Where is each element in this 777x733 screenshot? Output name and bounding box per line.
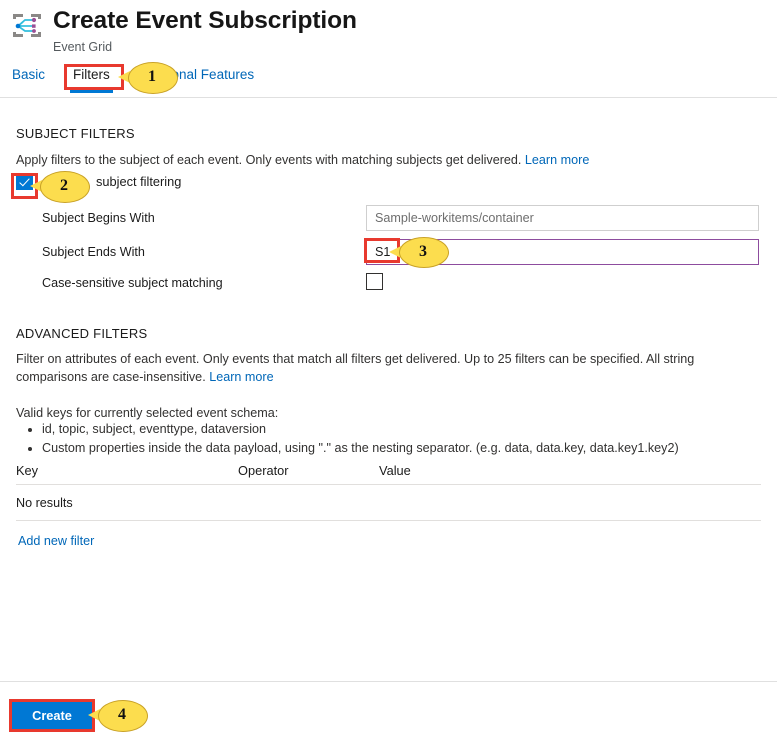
valid-keys-item: id, topic, subject, eventtype, dataversi…	[42, 420, 679, 439]
column-header-operator: Operator	[238, 463, 379, 478]
subject-ends-with-row: Subject Ends With	[0, 239, 777, 269]
tab-bar: Basic Filters Additional Features	[12, 66, 282, 98]
title-texts: Create Event Subscription Event Grid	[53, 6, 357, 55]
advanced-filters-description: Filter on attributes of each event. Only…	[16, 350, 761, 386]
column-header-value: Value	[379, 463, 679, 478]
advanced-filters-heading: ADVANCED FILTERS	[16, 326, 147, 341]
title-row: Create Event Subscription Event Grid	[10, 6, 357, 55]
subject-filters-learn-more-link[interactable]: Learn more	[525, 153, 589, 167]
column-header-key: Key	[16, 463, 238, 478]
subject-filters-description-text: Apply filters to the subject of each eve…	[16, 153, 525, 167]
callout-4-bubble	[98, 700, 148, 732]
subject-begins-with-label: Subject Begins With	[42, 211, 155, 225]
create-button[interactable]: Create	[12, 702, 92, 729]
enable-subject-filtering-row: subject filtering	[16, 173, 181, 190]
enable-subject-filtering-label: subject filtering	[96, 174, 181, 189]
subject-ends-with-label: Subject Ends With	[42, 245, 145, 259]
table-header-row: Key Operator Value	[16, 456, 761, 485]
advanced-filters-learn-more-link[interactable]: Learn more	[209, 370, 273, 384]
no-results-text: No results	[16, 496, 73, 510]
case-sensitive-subject-matching-label: Case-sensitive subject matching	[42, 276, 223, 290]
subject-filters-description: Apply filters to the subject of each eve…	[16, 151, 589, 169]
callout-4-number: 4	[98, 700, 146, 730]
subject-begins-with-row: Subject Begins With	[0, 205, 777, 235]
case-sensitive-subject-matching-row: Case-sensitive subject matching	[0, 270, 777, 300]
page-header: Create Event Subscription Event Grid Bas…	[0, 0, 777, 98]
table-row: No results	[16, 485, 761, 521]
footer-divider	[0, 681, 777, 682]
subject-filters-heading: SUBJECT FILTERS	[16, 126, 135, 141]
tab-filters[interactable]: Filters	[73, 66, 110, 93]
tab-additional-features[interactable]: Additional Features	[138, 66, 254, 93]
page-subtitle: Event Grid	[53, 39, 357, 55]
enable-subject-filtering-checkbox[interactable]	[16, 173, 33, 190]
tab-basic[interactable]: Basic	[12, 66, 45, 93]
subject-ends-with-input[interactable]	[366, 239, 759, 265]
case-sensitive-subject-matching-checkbox[interactable]	[366, 273, 383, 290]
advanced-filters-table: Key Operator Value No results	[16, 456, 761, 521]
valid-keys-list: id, topic, subject, eventtype, dataversi…	[16, 420, 679, 458]
add-new-filter-link[interactable]: Add new filter	[18, 534, 94, 548]
advanced-filters-description-text: Filter on attributes of each event. Only…	[16, 352, 694, 384]
event-grid-icon	[10, 9, 44, 43]
subject-begins-with-input[interactable]	[366, 205, 759, 231]
page-title: Create Event Subscription	[53, 6, 357, 36]
callout-4: 4	[98, 700, 146, 730]
